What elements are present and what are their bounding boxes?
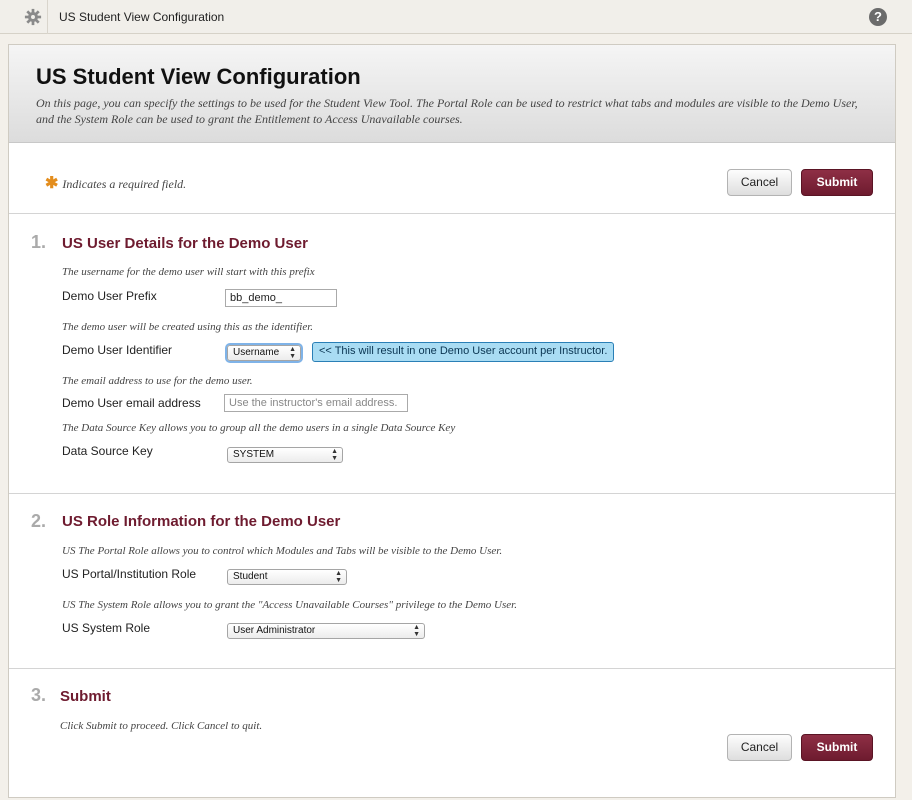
demo-user-identifier-select[interactable]: Username ▲ ▼ <box>227 345 301 361</box>
email-hint: The email address to use for the demo us… <box>62 375 253 387</box>
data-source-key-selected-value: SYSTEM <box>233 449 275 460</box>
portal-role-selected-value: Student <box>233 571 268 582</box>
step-number-2: 2. <box>31 511 47 531</box>
select-arrows-icon: ▲ ▼ <box>289 346 296 360</box>
data-source-key-label: Data Source Key <box>62 444 153 458</box>
section-title-submit: Submit <box>60 688 111 705</box>
step-number-3: 3. <box>31 685 47 705</box>
system-role-select[interactable]: User Administrator ▲ ▼ <box>227 623 425 639</box>
gear-divider <box>47 0 48 34</box>
portal-role-hint: US The Portal Role allows you to control… <box>62 545 503 557</box>
identifier-tooltip: << This will result in one Demo User acc… <box>312 342 615 362</box>
page-title: US Student View Configuration <box>36 64 361 89</box>
portal-role-select[interactable]: Student ▲ ▼ <box>227 569 347 585</box>
gear-icon[interactable] <box>24 8 42 26</box>
select-arrows-icon: ▲ ▼ <box>413 624 420 638</box>
cancel-button-top[interactable]: Cancel <box>727 169 792 196</box>
section-divider <box>9 493 895 494</box>
cancel-button-bottom[interactable]: Cancel <box>727 734 792 761</box>
identifier-selected-value: Username <box>233 347 280 358</box>
submit-hint: Click Submit to proceed. Click Cancel to… <box>60 720 263 732</box>
required-note-text: Indicates a required field. <box>62 177 187 191</box>
required-star-icon: ✱ <box>45 175 59 192</box>
identifier-label: Demo User Identifier <box>62 343 173 357</box>
system-role-label: US System Role <box>62 621 151 635</box>
data-source-key-hint: The Data Source Key allows you to group … <box>62 422 456 434</box>
select-arrows-icon: ▲ ▼ <box>335 570 342 584</box>
email-label: Demo User email address <box>62 396 201 410</box>
submit-button-bottom[interactable]: Submit <box>801 734 873 761</box>
demo-user-prefix-input[interactable] <box>225 289 337 307</box>
page-header: US Student View Configuration On this pa… <box>9 45 895 143</box>
section-title-role-information: US Role Information for the Demo User <box>62 513 341 530</box>
identifier-hint: The demo user will be created using this… <box>62 321 314 333</box>
help-icon[interactable]: ? <box>869 8 887 26</box>
system-role-selected-value: User Administrator <box>233 625 316 636</box>
required-note: ✱ Indicates a required field. <box>45 173 186 193</box>
demo-user-email-input[interactable] <box>224 394 408 412</box>
prefix-hint: The username for the demo user will star… <box>62 266 315 278</box>
page-description: On this page, you can specify the settin… <box>36 96 858 126</box>
submit-button-top[interactable]: Submit <box>801 169 873 196</box>
step-number-1: 1. <box>31 232 47 252</box>
section-divider <box>9 668 895 669</box>
section-title-user-details: US User Details for the Demo User <box>62 235 308 252</box>
system-role-hint: US The System Role allows you to grant t… <box>62 599 517 611</box>
top-breadcrumb-bar: US Student View Configuration ? <box>0 0 912 34</box>
portal-role-label: US Portal/Institution Role <box>62 567 197 581</box>
select-arrows-icon: ▲ ▼ <box>331 448 338 462</box>
content-panel: US Student View Configuration On this pa… <box>8 44 896 798</box>
data-source-key-select[interactable]: SYSTEM ▲ ▼ <box>227 447 343 463</box>
breadcrumb: US Student View Configuration <box>59 10 225 24</box>
section-divider <box>9 213 895 214</box>
prefix-label: Demo User Prefix <box>62 289 157 303</box>
